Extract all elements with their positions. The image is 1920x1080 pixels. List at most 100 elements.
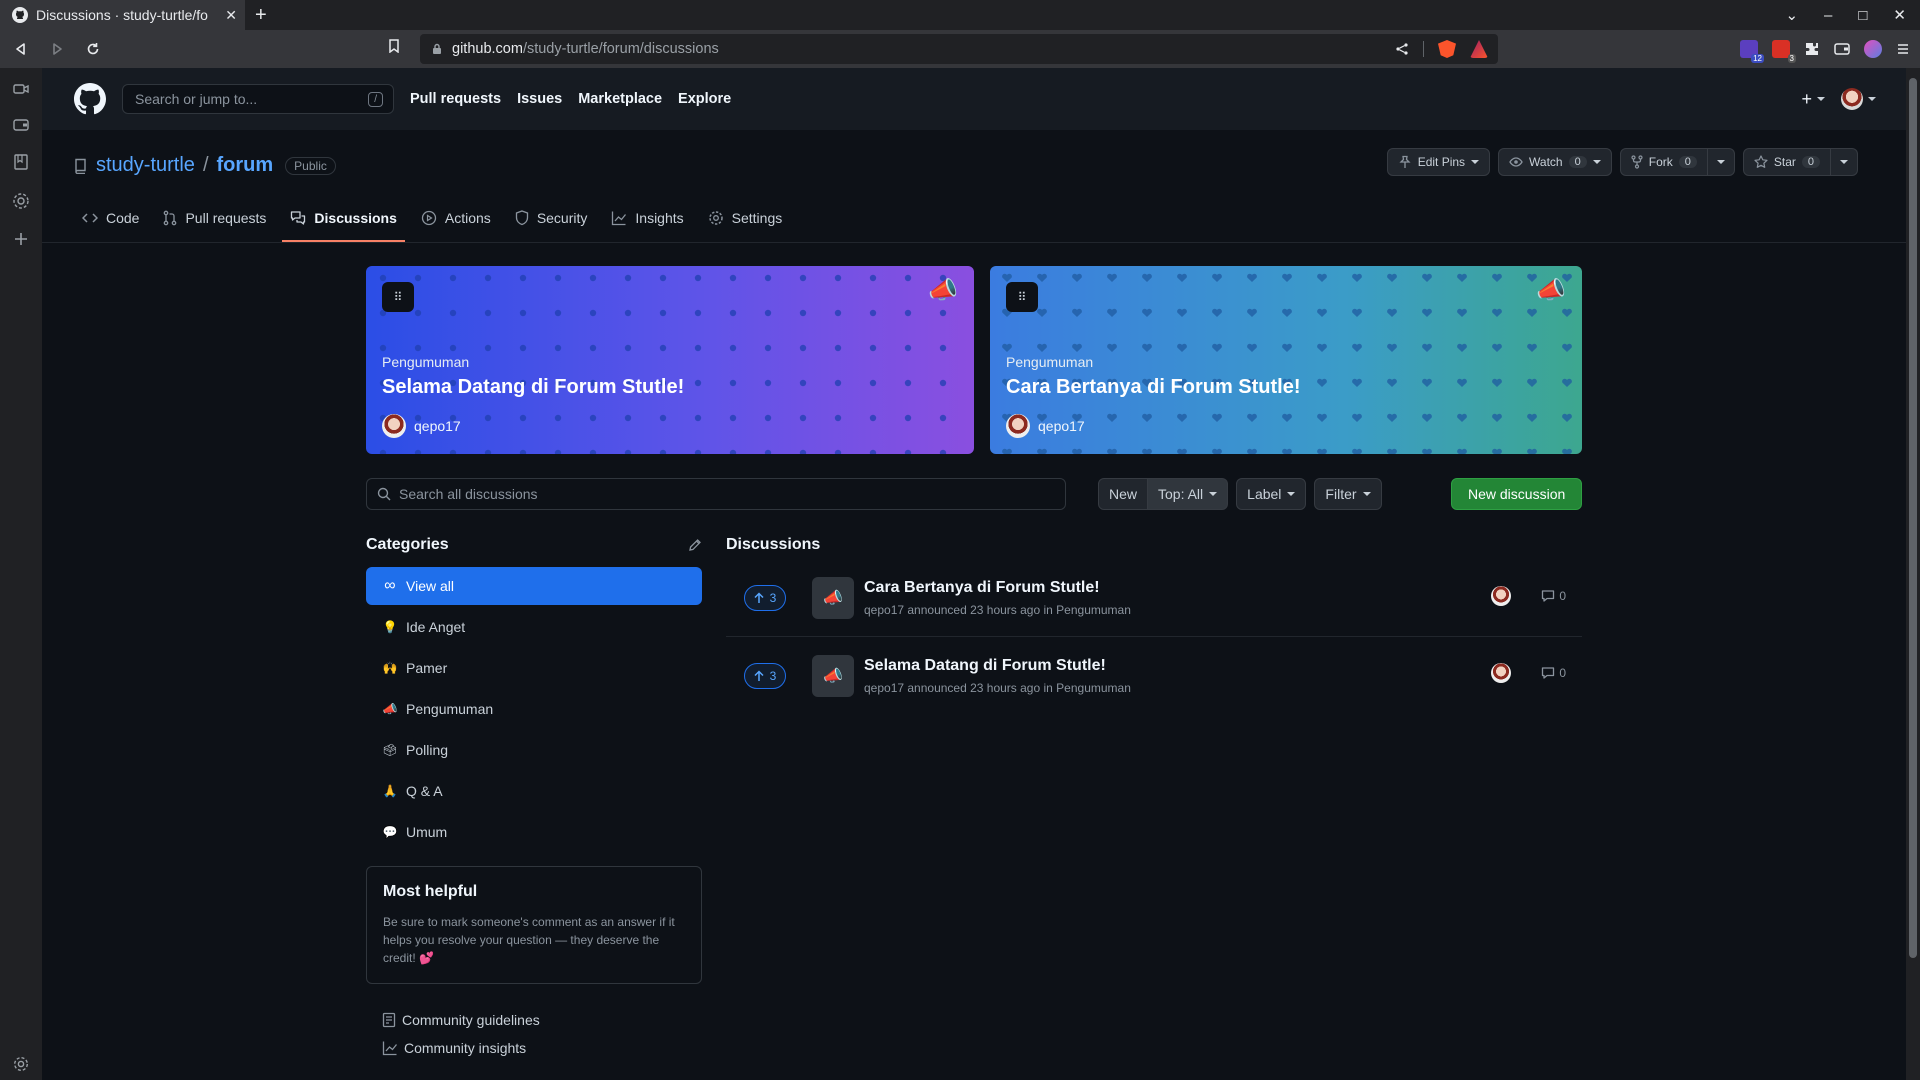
category-pamer[interactable]: 🙌 Pamer [366,649,702,687]
community-insights-link[interactable]: Community insights [382,1034,540,1062]
puzzle-extensions-icon[interactable] [1804,41,1820,57]
tab-list-chevron-icon[interactable]: ⌄ [1785,6,1798,24]
create-new-button[interactable]: + [1801,89,1825,110]
pin-author[interactable]: qepo17 [382,414,461,438]
pinned-discussions: ⠿ 📣 Pengumuman Selama Datang di Forum St… [366,266,1582,454]
tab-pull-requests[interactable]: Pull requests [155,196,274,240]
avatar[interactable] [1491,663,1512,683]
maximize-icon[interactable]: □ [1858,7,1867,24]
star-dropdown-button[interactable] [1831,148,1858,176]
pinned-card-1[interactable]: ⠿ 📣 Pengumuman Selama Datang di Forum St… [366,266,974,454]
list-item[interactable]: 3 📣 Cara Bertanya di Forum Stutle! qepo1… [726,560,1582,637]
nav-issues[interactable]: Issues [517,91,562,107]
shield-count: 2 [1453,54,1460,63]
page-scrollbar[interactable] [1906,68,1920,1080]
fork-dropdown-button[interactable] [1707,148,1735,176]
discussion-title[interactable]: Cara Bertanya di Forum Stutle! [864,579,1131,597]
global-search-input[interactable]: Search or jump to... / [122,84,394,114]
community-guidelines-link[interactable]: Community guidelines [382,1006,540,1034]
forward-icon[interactable] [42,34,72,64]
drag-handle-icon[interactable]: ⠿ [1006,282,1038,312]
close-window-icon[interactable]: ✕ [1893,6,1906,24]
repo-tabs: Code Pull requests Discussions Actions S… [74,196,790,244]
back-icon[interactable] [6,34,36,64]
scrollbar-thumb[interactable] [1909,78,1917,958]
tab-security[interactable]: Security [507,196,596,240]
tab-settings[interactable]: Settings [700,196,791,240]
new-tab-icon[interactable]: + [255,4,267,27]
fork-button[interactable]: Fork 0 [1619,148,1708,176]
close-tab-icon[interactable]: ✕ [225,7,237,24]
sidebar-add-icon[interactable] [14,232,28,246]
upvote-button[interactable]: 3 [744,585,786,611]
discussion-search-input[interactable]: Search all discussions [366,478,1066,510]
filter-button[interactable]: Filter [1314,478,1382,510]
star-button[interactable]: Star 0 [1742,148,1831,176]
discussion-search-placeholder: Search all discussions [399,486,538,502]
wallet-icon[interactable] [1834,42,1850,56]
reading-list-icon[interactable] [14,154,28,170]
tab-insights[interactable]: Insights [603,196,691,240]
brave-shield-icon[interactable]: 2 [1438,40,1456,58]
category-polling[interactable]: 🗳 Polling [366,731,702,769]
profile-avatar-icon[interactable] [1864,40,1882,58]
menu-icon[interactable] [1896,42,1910,56]
new-discussion-button[interactable]: New discussion [1451,478,1583,510]
nav-explore[interactable]: Explore [678,91,731,107]
sidebar-gear-icon[interactable] [12,192,30,210]
drag-handle-icon[interactable]: ⠿ [382,282,414,312]
browser-tab[interactable]: Discussions · study-turtle/fo ✕ [0,0,245,30]
fork-icon [1631,155,1643,169]
repo-name-link[interactable]: forum [217,154,274,177]
reload-icon[interactable] [78,34,108,64]
repo-owner-link[interactable]: study-turtle [96,154,195,177]
chevron-down-icon [1362,492,1371,496]
user-menu-button[interactable] [1841,88,1876,110]
nav-pull-requests[interactable]: Pull requests [410,91,501,107]
address-bar[interactable]: github.com/study-turtle/forum/discussion… [420,34,1498,64]
sidebar-settings-icon[interactable] [13,1056,29,1072]
category-view-all[interactable]: ∞ View all [366,567,702,605]
avatar[interactable] [1491,586,1512,606]
extension-purple-icon[interactable]: 12 [1740,40,1764,63]
minimize-icon[interactable]: – [1824,7,1832,24]
label-filter-button[interactable]: Label [1236,478,1307,510]
category-pengumuman[interactable]: 📣 Pengumuman [366,690,702,728]
watch-button[interactable]: Watch 0 [1498,148,1612,176]
sidebar-wallet-icon[interactable] [13,118,29,132]
bookmark-icon[interactable] [388,39,400,53]
share-icon[interactable] [1395,42,1409,56]
pinned-card-2[interactable]: ⠿ 📣 Pengumuman Cara Bertanya di Forum St… [990,266,1582,454]
comment-count[interactable]: 0 [1541,589,1566,603]
brave-rewards-icon[interactable] [1470,40,1488,58]
video-icon[interactable] [13,82,29,96]
category-ide-anget[interactable]: 💡 Ide Anget [366,608,702,646]
category-umum[interactable]: 💬 Umum [366,813,702,851]
pin-author[interactable]: qepo17 [1006,414,1085,438]
discussion-text: Selama Datang di Forum Stutle! qepo17 an… [864,657,1131,695]
comment-count[interactable]: 0 [1541,666,1566,680]
tab-settings-label: Settings [731,210,783,226]
tab-actions[interactable]: Actions [413,196,499,240]
github-logo-icon[interactable] [74,83,106,115]
repo-title: study-turtle / forum Public [74,154,336,177]
tab-discussions[interactable]: Discussions [282,196,405,242]
pin-title[interactable]: Cara Bertanya di Forum Stutle! [1006,376,1301,399]
edit-pins-button[interactable]: Edit Pins [1386,148,1491,176]
nav-marketplace[interactable]: Marketplace [578,91,662,107]
extension-red-icon[interactable]: 3 [1772,40,1796,63]
sort-top-button[interactable]: Top: All [1148,478,1229,510]
discussion-stats: 0 [1491,663,1566,683]
star-button-group: Star 0 [1742,148,1858,176]
extension-purple-badge: 12 [1751,54,1764,63]
chevron-down-icon [1840,160,1848,164]
pin-title[interactable]: Selama Datang di Forum Stutle! [382,376,684,399]
discussion-title[interactable]: Selama Datang di Forum Stutle! [864,657,1131,675]
tab-code[interactable]: Code [74,196,147,240]
sort-new-button[interactable]: New [1098,478,1149,510]
pencil-icon[interactable] [688,538,702,552]
category-qa[interactable]: 🙏 Q & A [366,772,702,810]
upvote-button[interactable]: 3 [744,662,786,689]
list-item[interactable]: 3 📣 Selama Datang di Forum Stutle! qepo1… [726,637,1582,714]
pin-author-name: qepo17 [414,418,461,434]
